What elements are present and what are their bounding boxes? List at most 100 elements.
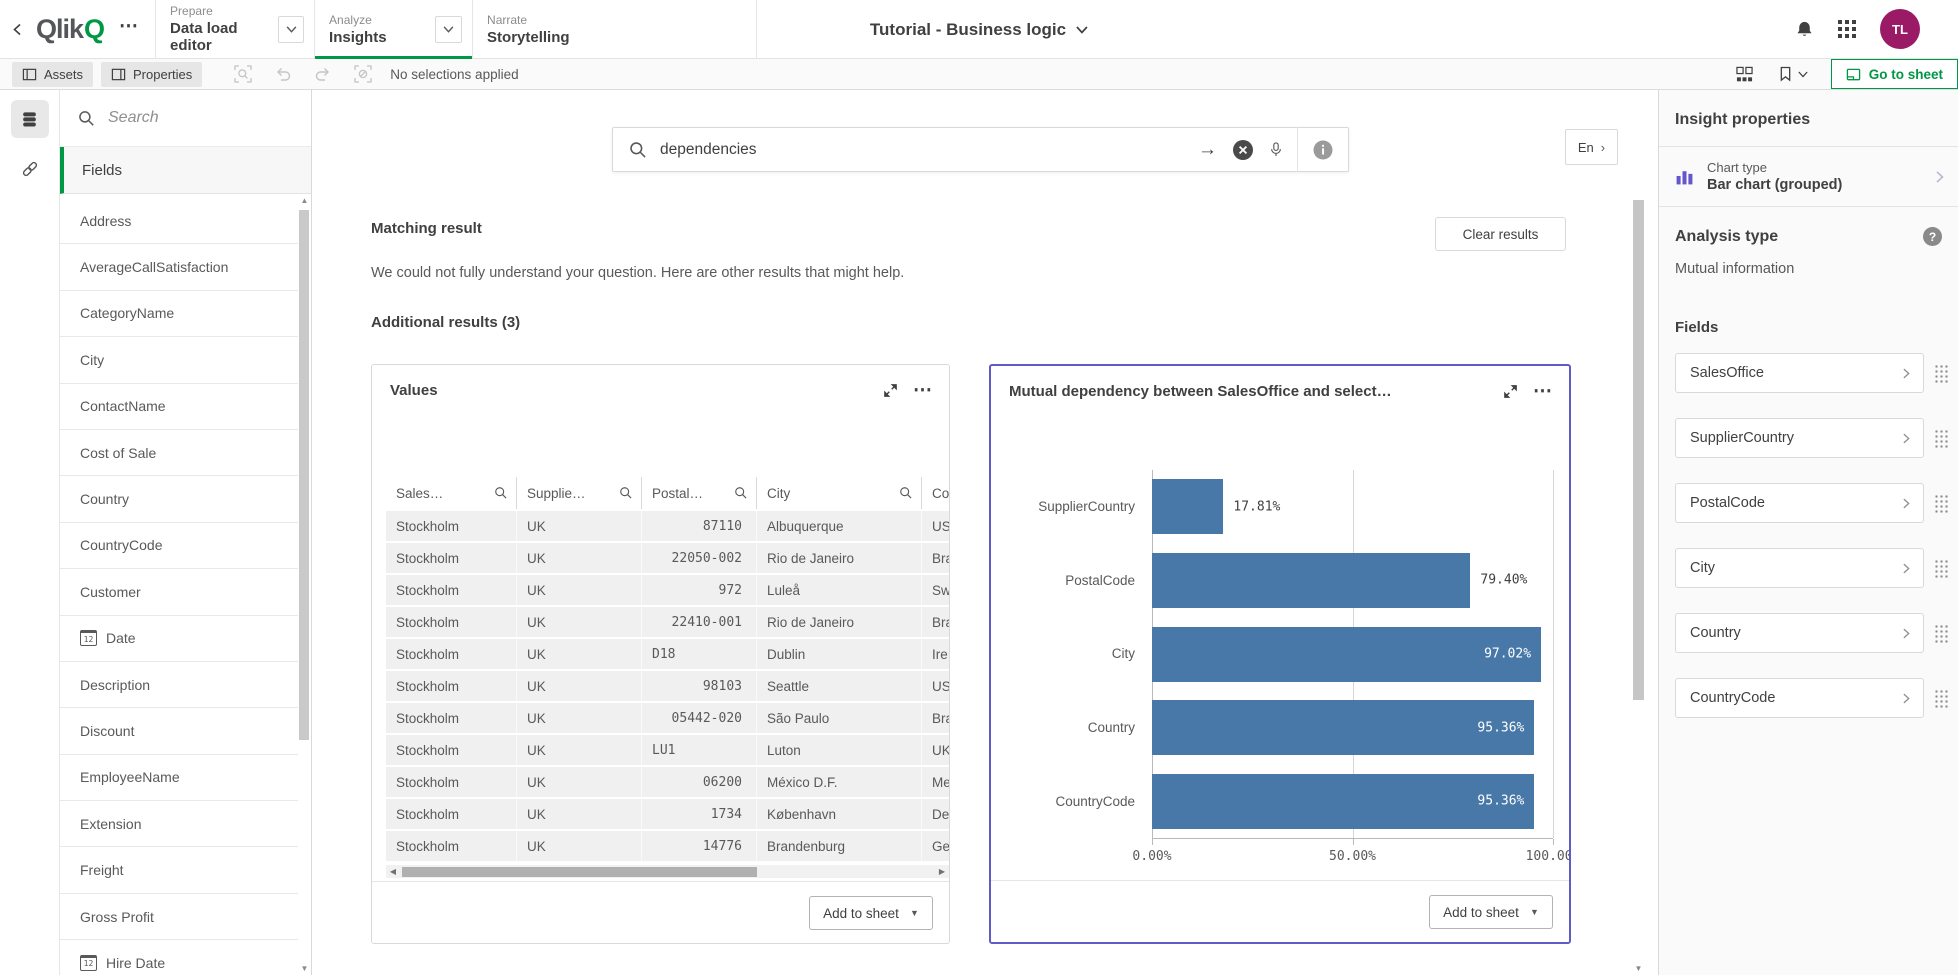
help-icon[interactable]: ? [1923, 227, 1942, 246]
table-row[interactable]: StockholmUK972LuleåSw [386, 575, 949, 607]
bar-country[interactable]: 95.36% [1152, 700, 1534, 755]
smart-search-selections-icon[interactable] [234, 65, 252, 83]
table-row[interactable]: StockholmUKLU1LutonUK [386, 735, 949, 767]
assets-button[interactable]: Assets [12, 62, 93, 87]
undo-selection-icon[interactable] [274, 65, 292, 83]
column-search-icon[interactable] [494, 486, 508, 500]
table-row[interactable]: StockholmUK14776BrandenburgGe [386, 831, 949, 863]
clear-results-button[interactable]: Clear results [1435, 217, 1566, 251]
clear-search-icon[interactable] [1232, 139, 1254, 161]
user-avatar[interactable]: TL [1880, 9, 1920, 49]
sidebar-field-country[interactable]: Country [60, 476, 298, 522]
drag-handle-icon[interactable] [1933, 558, 1948, 578]
column-search-icon[interactable] [619, 486, 633, 500]
voice-search-mic-icon[interactable] [1269, 141, 1283, 158]
sidebar-field-description[interactable]: Description [60, 662, 298, 708]
sidebar-field-freight[interactable]: Freight [60, 847, 298, 893]
table-row[interactable]: StockholmUK22410-001Rio de JaneiroBra [386, 607, 949, 639]
sidebar-field-employeename[interactable]: EmployeeName [60, 755, 298, 801]
app-launcher-grid-icon[interactable] [1838, 20, 1856, 38]
panel-field-salesoffice[interactable]: SalesOffice [1675, 353, 1924, 393]
values-result-card[interactable]: Values ⋯ Sales…Supplie…Postal…CityCo Sto… [371, 364, 950, 944]
scroll-down-icon[interactable]: ▼ [1633, 964, 1644, 973]
table-row[interactable]: StockholmUK22050-002Rio de JaneiroBra [386, 543, 949, 575]
sidebar-scrollbar[interactable]: ▲ ▼ [298, 194, 311, 975]
sidebar-field-extension[interactable]: Extension [60, 801, 298, 847]
column-header-co[interactable]: Co [921, 477, 949, 509]
table-row[interactable]: StockholmUK06200México D.F.Me [386, 767, 949, 799]
column-header-city[interactable]: City [756, 477, 921, 509]
bookmarks-dropdown[interactable] [1766, 59, 1821, 89]
more-menu-icon[interactable]: ⋯ [105, 15, 155, 44]
redo-selection-icon[interactable] [314, 65, 332, 83]
drag-handle-icon[interactable] [1933, 623, 1948, 643]
sidebar-field-gross-profit[interactable]: Gross Profit [60, 894, 298, 940]
scroll-down-icon[interactable]: ▼ [298, 964, 311, 973]
sidebar-field-discount[interactable]: Discount [60, 708, 298, 754]
scroll-up-icon[interactable]: ▲ [298, 196, 311, 205]
chart-type-row[interactable]: Chart type Bar chart (grouped) [1659, 147, 1958, 207]
scrollbar-thumb[interactable] [1633, 200, 1644, 700]
qlik-logo[interactable]: Qlik Q [36, 14, 105, 45]
app-title-dropdown[interactable]: Tutorial - Business logic [870, 0, 1088, 59]
tab-narrate[interactable]: Narrate Storytelling [472, 0, 757, 59]
bar-suppliercountry[interactable]: 17.81% [1152, 479, 1223, 534]
insight-search-input[interactable] [660, 141, 1198, 159]
sidebar-field-hire-date[interactable]: 12Hire Date [60, 940, 298, 975]
column-header-supplie[interactable]: Supplie… [516, 477, 641, 509]
drag-handle-icon[interactable] [1933, 688, 1948, 708]
column-header-sales[interactable]: Sales… [386, 477, 516, 509]
analyze-dropdown-button[interactable] [435, 16, 462, 43]
bar-city[interactable]: 97.02% [1152, 627, 1541, 682]
sidebar-field-customer[interactable]: Customer [60, 569, 298, 615]
associations-link-icon[interactable] [11, 150, 49, 188]
expand-icon[interactable] [883, 383, 898, 398]
bar-postalcode[interactable]: 79.40% [1152, 553, 1470, 608]
sidebar-field-categoryname[interactable]: CategoryName [60, 291, 298, 337]
panel-field-countrycode[interactable]: CountryCode [1675, 678, 1924, 718]
search-info[interactable] [1297, 127, 1348, 172]
back-button[interactable] [0, 0, 34, 59]
properties-button[interactable]: Properties [101, 62, 202, 87]
drag-handle-icon[interactable] [1933, 428, 1948, 448]
column-search-icon[interactable] [734, 486, 748, 500]
sidebar-field-cost-of-sale[interactable]: Cost of Sale [60, 430, 298, 476]
go-to-sheet-button[interactable]: Go to sheet [1831, 59, 1958, 89]
table-row[interactable]: StockholmUK87110AlbuquerqueUS [386, 511, 949, 543]
table-row[interactable]: StockholmUK05442-020São PauloBra [386, 703, 949, 735]
add-to-sheet-button[interactable]: Add to sheet ▼ [809, 896, 933, 930]
language-selector[interactable]: En › [1565, 129, 1618, 165]
clear-selections-icon[interactable] [354, 65, 372, 83]
prepare-dropdown-button[interactable] [278, 16, 304, 43]
chart-suggestions-icon[interactable] [1723, 59, 1766, 89]
panel-field-postalcode[interactable]: PostalCode [1675, 483, 1924, 523]
card-menu-icon[interactable]: ⋯ [913, 385, 933, 396]
tab-prepare[interactable]: Prepare Data load editor [155, 0, 314, 59]
scroll-left-icon[interactable]: ◀ [386, 867, 400, 876]
data-model-icon[interactable] [11, 100, 49, 138]
expand-icon[interactable] [1503, 384, 1518, 399]
tab-analyze[interactable]: Analyze Insights [314, 0, 472, 59]
column-search-icon[interactable] [899, 486, 913, 500]
column-header-postal[interactable]: Postal… [641, 477, 756, 509]
panel-field-city[interactable]: City [1675, 548, 1924, 588]
table-row[interactable]: StockholmUKD18DublinIre [386, 639, 949, 671]
scrollbar-thumb[interactable] [299, 210, 309, 740]
panel-field-suppliercountry[interactable]: SupplierCountry [1675, 418, 1924, 458]
sidebar-field-date[interactable]: 12Date [60, 616, 298, 662]
scrollbar-thumb[interactable] [402, 867, 757, 877]
sidebar-search-input[interactable] [108, 109, 278, 127]
drag-handle-icon[interactable] [1933, 363, 1948, 383]
sidebar-field-contactname[interactable]: ContactName [60, 384, 298, 430]
sidebar-field-countrycode[interactable]: CountryCode [60, 523, 298, 569]
notifications-bell-icon[interactable] [1795, 20, 1814, 39]
add-to-sheet-button[interactable]: Add to sheet ▼ [1429, 895, 1553, 929]
table-horizontal-scrollbar[interactable]: ◀ ▶ [386, 865, 949, 878]
card-menu-icon[interactable]: ⋯ [1533, 386, 1553, 397]
mutual-dependency-chart-card[interactable]: Mutual dependency between SalesOffice an… [989, 364, 1571, 944]
drag-handle-icon[interactable] [1933, 493, 1948, 513]
bar-countrycode[interactable]: 95.36% [1152, 774, 1534, 829]
submit-search-arrow-icon[interactable]: → [1198, 140, 1217, 159]
table-row[interactable]: StockholmUK1734KøbenhavnDe [386, 799, 949, 831]
sidebar-field-city[interactable]: City [60, 337, 298, 383]
